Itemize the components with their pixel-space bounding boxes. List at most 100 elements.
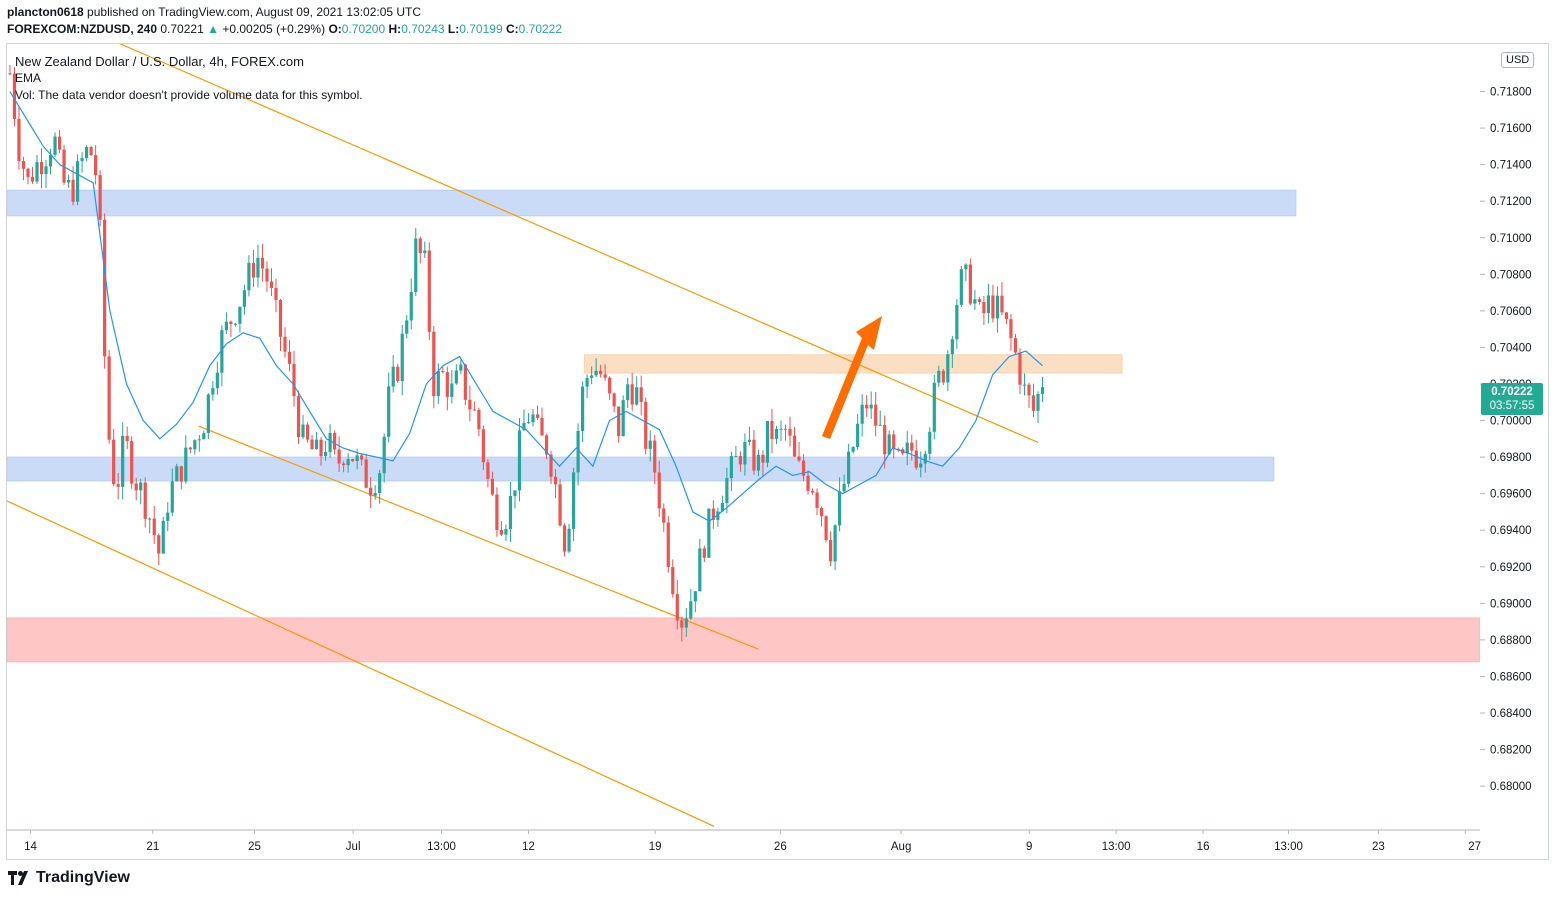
candle-body[interactable] (468, 399, 472, 410)
candle-body[interactable] (883, 424, 887, 455)
candle-body[interactable] (860, 404, 864, 424)
candle-body[interactable] (648, 440, 652, 449)
candle-body[interactable] (594, 370, 598, 376)
candle-body[interactable] (346, 459, 350, 466)
candle-body[interactable] (310, 439, 314, 450)
candle-body[interactable] (666, 522, 670, 568)
candle-body[interactable] (382, 436, 386, 474)
candle-body[interactable] (1018, 352, 1022, 385)
candle-body[interactable] (157, 535, 161, 554)
candle-body[interactable] (387, 386, 391, 437)
candle-body[interactable] (905, 442, 909, 454)
candle-body[interactable] (725, 478, 729, 503)
candle-body[interactable] (305, 424, 310, 440)
candle-body[interactable] (932, 382, 936, 432)
candle-body[interactable] (292, 363, 296, 397)
candle-body[interactable] (414, 238, 418, 292)
candle-body[interactable] (53, 136, 57, 155)
candle-body[interactable] (756, 454, 761, 471)
candle-body[interactable] (923, 453, 927, 464)
candle-body[interactable] (30, 176, 35, 182)
candle-body[interactable] (662, 508, 666, 523)
candle-body[interactable] (955, 304, 959, 340)
candle-body[interactable] (567, 528, 571, 552)
candle-body[interactable] (44, 166, 48, 175)
candle-body[interactable] (851, 447, 855, 452)
candle-body[interactable] (121, 435, 125, 487)
candle-body[interactable] (342, 463, 346, 466)
candle-body[interactable] (364, 459, 368, 488)
tradingview-footer[interactable]: TradingView (8, 869, 130, 887)
candle-body[interactable] (608, 377, 612, 394)
candle-body[interactable] (986, 295, 991, 314)
candle-body[interactable] (874, 404, 878, 426)
candle-body[interactable] (152, 518, 156, 536)
candle-body[interactable] (590, 375, 594, 378)
candle-body[interactable] (170, 481, 174, 513)
candle-body[interactable] (477, 409, 481, 430)
candle-body[interactable] (481, 429, 485, 463)
candle-body[interactable] (653, 440, 657, 473)
candle-body[interactable] (991, 295, 995, 319)
candle-body[interactable] (982, 301, 986, 314)
candle-body[interactable] (233, 323, 237, 325)
candle-body[interactable] (283, 336, 287, 352)
candle-body[interactable] (689, 601, 693, 619)
candle-body[interactable] (486, 462, 490, 479)
candle-body[interactable] (806, 475, 810, 491)
candle-body[interactable] (973, 299, 977, 304)
candle-body[interactable] (418, 238, 422, 254)
legend-ema[interactable]: EMA (15, 70, 363, 87)
candle-body[interactable] (134, 483, 138, 491)
candle-body[interactable] (251, 262, 256, 278)
price-chart[interactable]: 0.71800 0.71600 0.71400 0.71200 0.71000 0.708… (0, 0, 1556, 897)
candle-body[interactable] (269, 281, 274, 289)
candle-body[interactable] (1027, 384, 1031, 396)
candle-body[interactable] (373, 492, 377, 496)
candle-body[interactable] (211, 388, 215, 395)
candle-body[interactable] (66, 179, 71, 183)
candle-body[interactable] (224, 321, 228, 331)
candle-body[interactable] (1004, 312, 1009, 320)
candle-body[interactable] (337, 449, 341, 464)
candle-body[interactable] (274, 288, 278, 301)
candle-body[interactable] (1000, 295, 1004, 313)
candle-body[interactable] (621, 400, 625, 437)
candle-body[interactable] (148, 518, 152, 520)
candle-body[interactable] (75, 161, 80, 202)
candle-body[interactable] (635, 387, 639, 405)
candle-body[interactable] (454, 370, 458, 384)
candle-body[interactable] (405, 320, 409, 334)
candle-body[interactable] (278, 300, 283, 337)
candle-body[interactable] (612, 393, 616, 407)
bullish-arrow-icon[interactable] (822, 316, 882, 439)
candle-body[interactable] (504, 529, 508, 535)
zone-demand[interactable] (7, 617, 1480, 663)
candle-body[interactable] (734, 456, 738, 458)
candle-body[interactable] (928, 431, 932, 454)
candle-body[interactable] (229, 321, 233, 325)
candle-body[interactable] (644, 401, 648, 449)
candle-body[interactable] (17, 119, 21, 162)
candle-body[interactable] (558, 484, 562, 526)
candle-body[interactable] (910, 442, 914, 451)
candle-body[interactable] (396, 366, 400, 382)
candle-body[interactable] (71, 179, 75, 202)
candle-body[interactable] (1013, 338, 1018, 353)
candle-body[interactable] (499, 530, 504, 535)
candle-body[interactable] (540, 417, 544, 436)
candle-body[interactable] (838, 491, 842, 526)
candle-body[interactable] (630, 384, 634, 405)
candle-body[interactable] (738, 456, 743, 465)
candle-body[interactable] (707, 508, 711, 558)
candle-body[interactable] (535, 414, 540, 418)
candle-body[interactable] (472, 409, 476, 411)
candle-body[interactable] (1022, 384, 1027, 386)
candle-body[interactable] (332, 432, 337, 450)
candle-body[interactable] (48, 154, 53, 167)
candle-body[interactable] (824, 516, 828, 540)
candle-body[interactable] (671, 567, 675, 595)
candle-body[interactable] (197, 439, 201, 441)
candle-body[interactable] (531, 414, 535, 423)
candle-body[interactable] (599, 370, 603, 375)
